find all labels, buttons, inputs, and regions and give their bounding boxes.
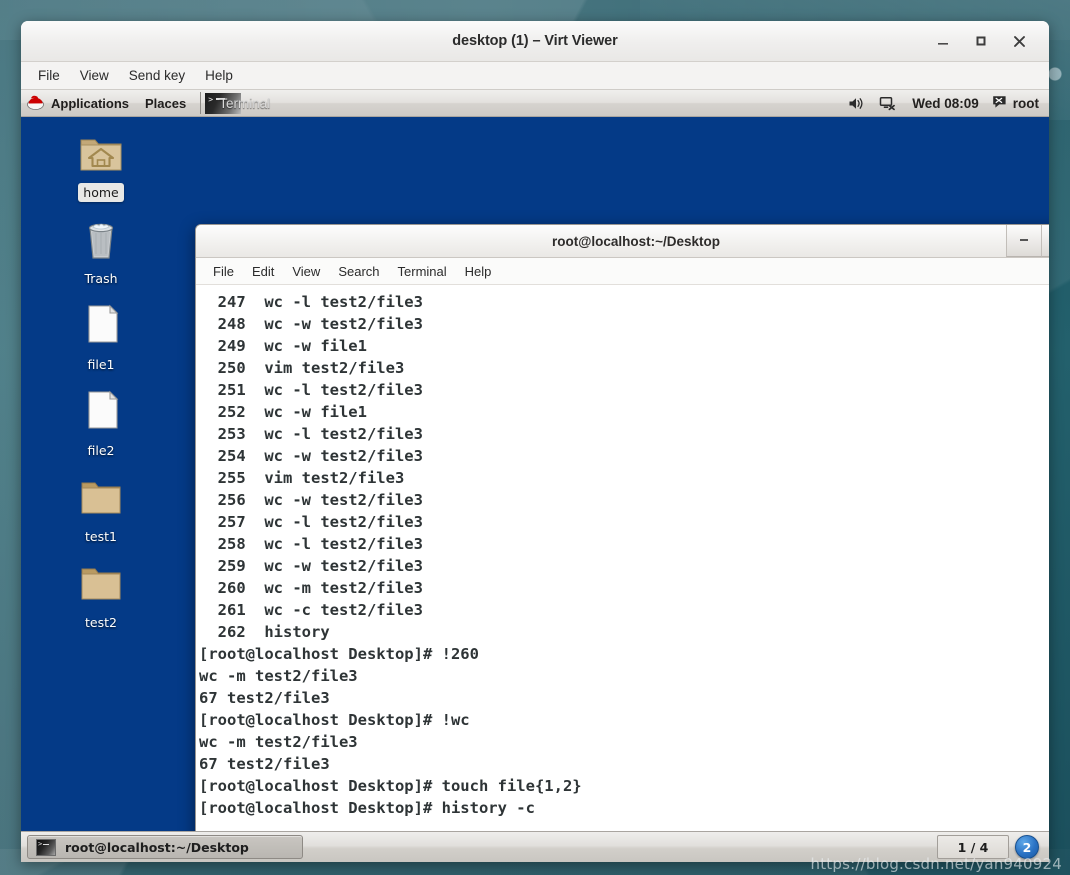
window-controls bbox=[934, 32, 1049, 50]
desktop-icon-file2-label: file2 bbox=[87, 443, 115, 458]
terminal-line: 247 wc -l test2/file3 bbox=[199, 293, 423, 311]
terminal-line: 249 wc -w file1 bbox=[199, 337, 367, 355]
terminal-line: 250 vim test2/file3 bbox=[199, 359, 405, 377]
desktop-icon-file1[interactable]: file1 bbox=[53, 288, 149, 374]
applications-menu-label: Applications bbox=[51, 95, 130, 111]
gnome-top-panel: Applications Places > Terminal Wed 08:09… bbox=[21, 90, 1049, 117]
panel-status-area: Wed 08:09 root bbox=[841, 90, 1049, 116]
close-icon[interactable] bbox=[1010, 32, 1028, 50]
terminal-line: 252 wc -w file1 bbox=[199, 403, 367, 421]
taskbar-window-label: root@localhost:~/Desktop bbox=[65, 839, 249, 855]
desktop-icon-home-label: home bbox=[78, 183, 124, 202]
places-menu-label: Places bbox=[145, 95, 187, 111]
terminal-menu-file[interactable]: File bbox=[204, 261, 243, 282]
folder-icon bbox=[77, 558, 125, 606]
panel-window-terminal[interactable]: > Terminal bbox=[200, 92, 278, 114]
terminal-line: 262 history bbox=[199, 623, 330, 641]
document-icon bbox=[77, 386, 125, 434]
terminal-line: 251 wc -l test2/file3 bbox=[199, 381, 423, 399]
terminal-window-controls bbox=[1006, 225, 1049, 257]
menu-view[interactable]: View bbox=[71, 65, 118, 86]
folder-icon bbox=[77, 472, 125, 520]
desktop-icon-file1-label: file1 bbox=[87, 357, 115, 372]
virt-viewer-window: desktop (1) – Virt Viewer File View Send… bbox=[21, 21, 1049, 862]
maximize-icon[interactable] bbox=[1041, 225, 1049, 257]
terminal-titlebar[interactable]: root@localhost:~/Desktop bbox=[196, 225, 1049, 258]
virt-viewer-title: desktop (1) – Virt Viewer bbox=[452, 33, 618, 49]
terminal-line: wc -m test2/file3 bbox=[199, 733, 358, 751]
bottom-panel-right: 1 / 4 2 bbox=[937, 835, 1043, 859]
terminal-window: root@localhost:~/Desktop File Edit View … bbox=[195, 224, 1049, 845]
terminal-line: 256 wc -w test2/file3 bbox=[199, 491, 423, 509]
panel-user-label: root bbox=[1012, 95, 1039, 111]
terminal-menu-search[interactable]: Search bbox=[329, 261, 388, 282]
desktop-icon-file2[interactable]: file2 bbox=[53, 374, 149, 460]
terminal-line: 254 wc -w test2/file3 bbox=[199, 447, 423, 465]
applications-menu[interactable]: Applications bbox=[21, 90, 137, 116]
virt-viewer-titlebar[interactable]: desktop (1) – Virt Viewer bbox=[21, 21, 1049, 62]
minimize-icon[interactable] bbox=[1006, 225, 1041, 257]
terminal-line: 253 wc -l test2/file3 bbox=[199, 425, 423, 443]
terminal-line: [root@localhost Desktop]# !260 bbox=[199, 645, 479, 663]
network-disconnected-icon[interactable] bbox=[872, 96, 903, 111]
desktop-icon-home[interactable]: home bbox=[53, 116, 149, 202]
terminal-menu-terminal[interactable]: Terminal bbox=[389, 261, 456, 282]
desktop-icon-trash[interactable]: Trash bbox=[53, 202, 149, 288]
terminal-line: 67 test2/file3 bbox=[199, 689, 330, 707]
terminal-icon: > bbox=[36, 838, 56, 856]
desktop-icon-grid: home Trash file1 file2 test1 test2 bbox=[21, 116, 181, 632]
terminal-line: 67 test2/file3 bbox=[199, 755, 330, 773]
minimize-icon[interactable] bbox=[934, 32, 952, 50]
maximize-icon[interactable] bbox=[972, 32, 990, 50]
terminal-line: 258 wc -l test2/file3 bbox=[199, 535, 423, 553]
notification-badge[interactable]: 2 bbox=[1015, 835, 1039, 859]
document-icon bbox=[77, 300, 125, 348]
terminal-line: 257 wc -l test2/file3 bbox=[199, 513, 423, 531]
terminal-menu-view[interactable]: View bbox=[283, 261, 329, 282]
volume-icon[interactable] bbox=[841, 96, 872, 111]
terminal-menu-edit[interactable]: Edit bbox=[243, 261, 283, 282]
folder-home-icon bbox=[77, 128, 125, 176]
workspace-switcher[interactable]: 1 / 4 bbox=[937, 835, 1009, 859]
taskbar-window-button[interactable]: > root@localhost:~/Desktop bbox=[27, 835, 303, 859]
menu-help[interactable]: Help bbox=[196, 65, 242, 86]
desktop-icon-test1-label: test1 bbox=[85, 529, 117, 544]
menu-send-key[interactable]: Send key bbox=[120, 65, 194, 86]
places-menu[interactable]: Places bbox=[137, 90, 194, 116]
terminal-line: [root@localhost Desktop]# touch file{1,2… bbox=[199, 777, 582, 795]
menu-file[interactable]: File bbox=[29, 65, 69, 86]
trash-icon bbox=[77, 214, 125, 262]
guest-vm-screen: Applications Places > Terminal Wed 08:09… bbox=[21, 90, 1049, 862]
terminal-line: [root@localhost Desktop]# !wc bbox=[199, 711, 470, 729]
terminal-line: [root@localhost Desktop]# history -c bbox=[199, 799, 535, 817]
user-chat-icon bbox=[992, 95, 1007, 112]
terminal-menubar: File Edit View Search Terminal Help bbox=[196, 258, 1049, 285]
desktop-icon-test2[interactable]: test2 bbox=[53, 546, 149, 632]
terminal-line: wc -m test2/file3 bbox=[199, 667, 358, 685]
redhat-logo-icon bbox=[26, 93, 45, 113]
panel-user-menu[interactable]: root bbox=[988, 95, 1049, 112]
desktop-icon-test1[interactable]: test1 bbox=[53, 460, 149, 546]
terminal-line: 248 wc -w test2/file3 bbox=[199, 315, 423, 333]
desktop-icon-test2-label: test2 bbox=[85, 615, 117, 630]
gnome-bottom-panel: > root@localhost:~/Desktop 1 / 4 2 bbox=[21, 831, 1049, 862]
virt-viewer-menubar: File View Send key Help bbox=[21, 62, 1049, 90]
terminal-line: 259 wc -w test2/file3 bbox=[199, 557, 423, 575]
terminal-line: 261 wc -c test2/file3 bbox=[199, 601, 423, 619]
panel-clock[interactable]: Wed 08:09 bbox=[903, 96, 988, 111]
panel-window-terminal-label: Terminal bbox=[219, 95, 271, 111]
panel-window-list: > Terminal bbox=[194, 90, 278, 116]
terminal-line: 260 wc -m test2/file3 bbox=[199, 579, 423, 597]
desktop-icon-trash-label: Trash bbox=[84, 271, 118, 286]
terminal-line: 255 vim test2/file3 bbox=[199, 469, 405, 487]
terminal-title: root@localhost:~/Desktop bbox=[551, 233, 721, 249]
terminal-output[interactable]: 247 wc -l test2/file3 248 wc -w test2/fi… bbox=[196, 285, 1049, 844]
terminal-menu-help[interactable]: Help bbox=[456, 261, 501, 282]
